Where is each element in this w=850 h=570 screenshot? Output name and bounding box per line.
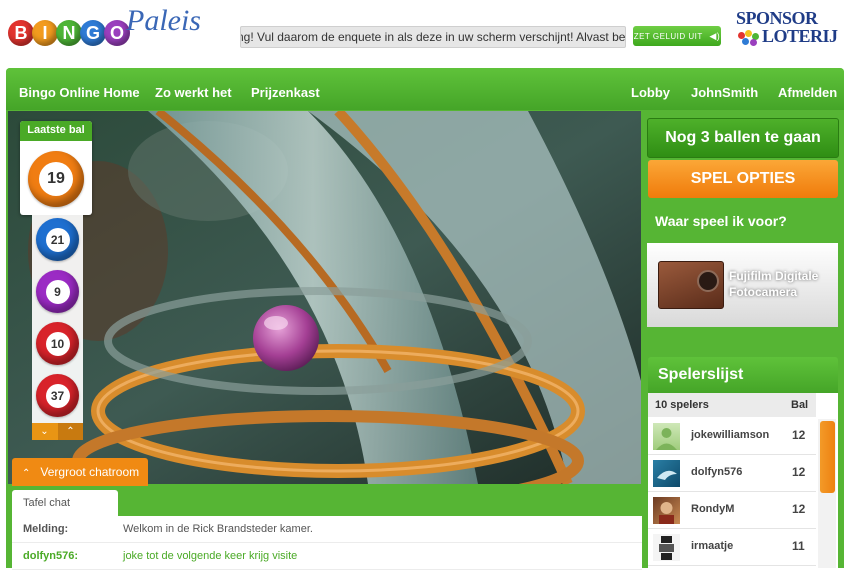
history-ball-number: 9 [45, 279, 70, 304]
history-ball-number: 10 [45, 331, 70, 356]
prize-panel: Waar speel ik voor? Fujifilm Digitale Fo… [647, 203, 838, 353]
player-list-title: Spelerslijst [658, 366, 744, 383]
history-ball-number: 37 [45, 383, 70, 408]
history-ball: 9 [36, 270, 79, 313]
chat-text: joke tot de volgende keer krijg visite [123, 550, 298, 562]
nav-prijzenkast[interactable]: Prijzenkast [251, 85, 320, 100]
logo-letter: B [8, 20, 34, 46]
history-ball: 10 [36, 322, 79, 365]
player-name: jokewilliamson [691, 429, 770, 441]
score-column-label: Bal [791, 399, 809, 411]
player-row[interactable]: jokewilliamson 12 [648, 418, 816, 455]
prize-name: Fujifilm Digitale Fotocamera [729, 269, 819, 299]
logo-letter: I [32, 20, 58, 46]
avatar [653, 423, 680, 450]
scroll-up-icon[interactable]: ⌃ [58, 423, 83, 440]
chat-tab-label: Tafel chat [23, 497, 71, 509]
ball-history: 21 9 10 37 [32, 215, 83, 423]
chat-message: dolfyn576: joke tot de volgende keer kri… [12, 543, 642, 570]
players-count: 10 spelers [655, 399, 709, 411]
sound-toggle-button[interactable]: ZET GELUID UIT ◀) [633, 26, 721, 46]
nav-username[interactable]: JohnSmith [691, 85, 758, 100]
sponsor-loterij-logo[interactable]: SPONSOR LOTERIJ [736, 8, 844, 48]
nav-afmelden[interactable]: Afmelden [778, 85, 837, 100]
bingo-machine-image [8, 111, 641, 484]
player-score: 12 [792, 465, 806, 479]
prize-title: Waar speel ik voor? [655, 213, 787, 229]
prize-showcase[interactable]: Fujifilm Digitale Fotocamera [647, 243, 838, 327]
history-ball-number: 21 [45, 227, 70, 252]
bingo-machine-video [8, 111, 641, 484]
player-name: irmaatje [691, 540, 734, 552]
chevron-up-icon: ⌃ [22, 468, 31, 479]
sound-button-label: ZET GELUID UIT [633, 32, 703, 41]
loterij-text: LOTERIJ [762, 26, 838, 46]
player-name: RondyM [691, 503, 735, 515]
history-ball: 37 [36, 374, 79, 417]
history-ball: 21 [36, 218, 79, 261]
ticker-text: ng! Vul daarom de enquete in als deze in… [240, 30, 626, 44]
last-ball-panel: Laatste bal 19 [20, 121, 92, 215]
scroll-down-icon[interactable]: ⌄ [32, 423, 57, 440]
player-score: 11 [792, 539, 805, 553]
nav-bingo-home[interactable]: Bingo Online Home [19, 85, 140, 100]
logo-letter: G [80, 20, 106, 46]
player-row[interactable]: RondyM 12 [648, 492, 816, 529]
last-ball: 19 [28, 151, 84, 207]
chat-author[interactable]: dolfyn576: [23, 543, 78, 569]
avatar [653, 460, 680, 487]
chat-message: Melding: Welkom in de Rick Brandsteder k… [12, 516, 642, 543]
player-list: 10 spelers Bal jokewilliamson 12 dolfyn5… [648, 393, 838, 568]
player-score: 12 [792, 428, 806, 442]
last-ball-number: 19 [39, 162, 73, 196]
sponsor-dots-icon [738, 30, 762, 46]
player-list-scroll-thumb[interactable] [820, 421, 835, 493]
game-options-button[interactable]: SPEL OPTIES [648, 160, 838, 198]
bingo-paleis-logo[interactable]: B I N G O Paleis [8, 4, 218, 58]
avatar [653, 497, 680, 524]
player-row[interactable]: dolfyn576 12 [648, 455, 816, 492]
enlarge-chatroom-button[interactable]: ⌃ Vergroot chatroom [12, 458, 148, 486]
camera-image [658, 261, 724, 309]
player-row[interactable]: irmaatje 11 [648, 529, 816, 566]
news-ticker: ng! Vul daarom de enquete in als deze in… [240, 26, 626, 48]
nav-zo-werkt-het[interactable]: Zo werkt het [155, 85, 232, 100]
speaker-icon: ◀) [709, 31, 721, 41]
avatar [653, 534, 680, 561]
nav-lobby[interactable]: Lobby [631, 85, 670, 100]
ball-history-controls: ⌄ ⌃ [32, 423, 83, 440]
chat-text: Welkom in de Rick Brandsteder kamer. [123, 523, 313, 535]
enlarge-chatroom-label: Vergroot chatroom [40, 465, 140, 479]
player-list-header: Spelerslijst [648, 357, 838, 393]
balls-remaining-banner: Nog 3 ballen te gaan [647, 118, 839, 158]
tab-tafel-chat[interactable]: Tafel chat [12, 490, 118, 516]
player-name: dolfyn576 [691, 466, 743, 478]
player-score: 12 [792, 502, 806, 516]
last-ball-title: Laatste bal [20, 121, 92, 141]
logo-script-text: Paleis [126, 4, 201, 37]
player-list-column-header: 10 spelers Bal [648, 393, 816, 417]
logo-letter: N [56, 20, 82, 46]
chat-author: Melding: [23, 523, 69, 535]
